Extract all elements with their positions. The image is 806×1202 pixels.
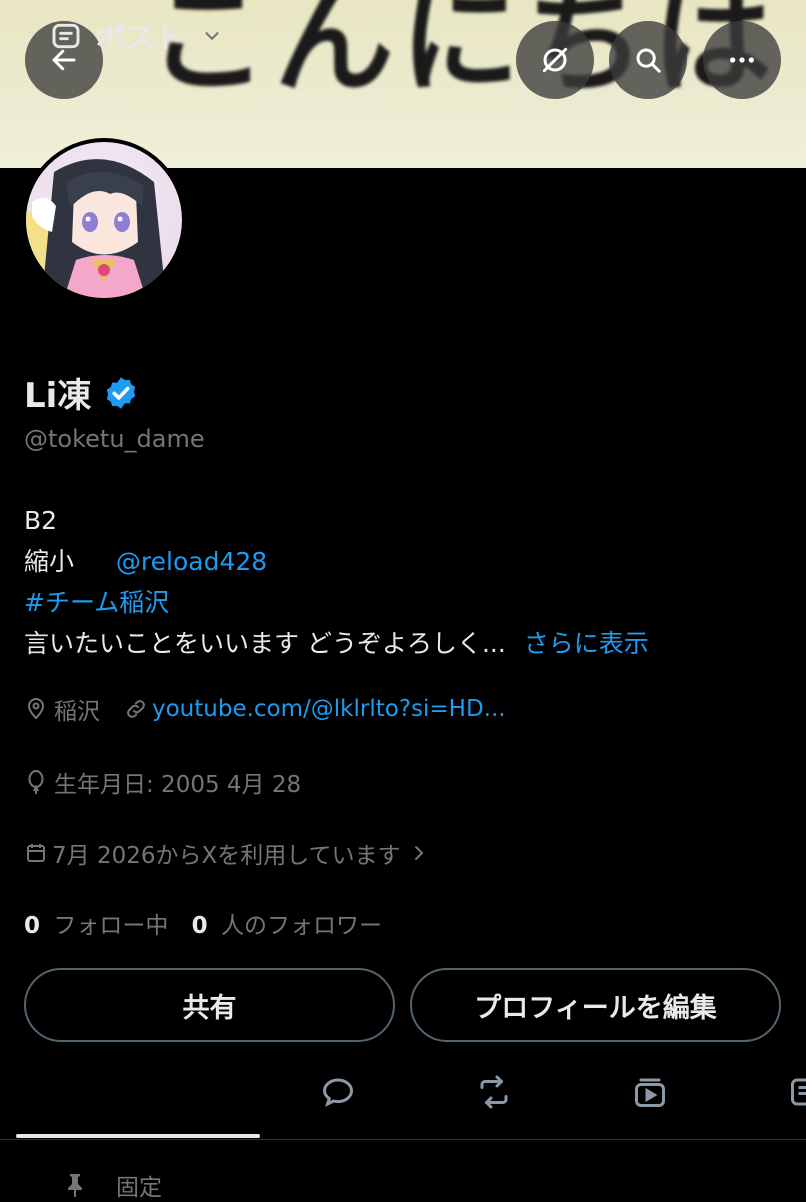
following-label: フォロー中 [53, 913, 168, 939]
calendar-icon [24, 841, 48, 865]
bio-hashtag-link[interactable]: #チーム稲沢 [24, 582, 649, 623]
bio-line: B2 [24, 500, 649, 541]
followers-link[interactable]: 0 人のフォロワー [192, 913, 382, 939]
profile-joined-row[interactable]: 7月 2026からXを利用しています [24, 836, 427, 870]
profile-bio: B2 縮小 @reload428 #チーム稲沢 言いたいことをいいます どうぞよ… [24, 500, 649, 664]
chevron-down-icon[interactable] [201, 25, 223, 47]
grok-icon [539, 44, 571, 76]
profile-handle: @toketu_dame [24, 425, 205, 453]
location-pin-icon [24, 697, 48, 721]
profile-website-link[interactable]: youtube.com/@lklrlto?si=HD... [152, 696, 506, 722]
more-button[interactable] [703, 21, 781, 99]
tab-posts[interactable]: ポスト [50, 14, 223, 58]
search-icon [633, 45, 663, 75]
bio-line: 縮小 @reload428 [24, 541, 649, 582]
avatar[interactable] [22, 138, 186, 302]
share-button[interactable]: 共有 [24, 968, 395, 1042]
pinned-label: 固定 [116, 1168, 162, 1202]
bio-mention-link[interactable]: @reload428 [116, 547, 267, 576]
grok-button[interactable] [516, 21, 594, 99]
articles-tab-icon[interactable] [788, 1074, 806, 1110]
edit-profile-button[interactable]: プロフィールを編集 [410, 968, 781, 1042]
media-tab-icon[interactable] [632, 1074, 668, 1110]
birthday-text: 生年月日: 2005 4月 28 [54, 765, 301, 799]
following-link[interactable]: 0 フォロー中 [24, 913, 176, 939]
profile-location-row: 稲沢 youtube.com/@lklrlto?si=HD... [24, 692, 506, 726]
follow-stats: 0 フォロー中 0 人のフォロワー [24, 906, 382, 940]
more-horizontal-icon [726, 44, 758, 76]
tab-active-indicator [16, 1134, 260, 1138]
replies-tab-icon[interactable] [320, 1074, 356, 1110]
link-icon [124, 697, 148, 721]
profile-name-row: Li凍 [24, 368, 139, 417]
profile-name: Li凍 [24, 368, 91, 417]
followers-count: 0 [192, 913, 208, 939]
search-button[interactable] [609, 21, 687, 99]
followers-label: 人のフォロワー [221, 913, 382, 939]
tabs-divider [0, 1139, 806, 1140]
balloon-icon [24, 769, 48, 795]
profile-tabs [0, 1060, 806, 1140]
avatar-image [26, 142, 182, 298]
location-text: 稲沢 [54, 692, 100, 726]
bio-text: 言いたいことをいいます どうぞよろしく... [24, 629, 506, 658]
joined-text: 7月 2026からXを利用しています [52, 836, 401, 870]
pinned-label-row: 固定 [64, 1168, 162, 1202]
following-count: 0 [24, 913, 40, 939]
profile-birthday-row: 生年月日: 2005 4月 28 [24, 765, 301, 799]
reposts-tab-icon[interactable] [476, 1074, 512, 1110]
bio-line: 言いたいことをいいます どうぞよろしく... さらに表示 [24, 623, 649, 664]
show-more-link[interactable]: さらに表示 [524, 629, 649, 658]
pin-icon [64, 1172, 86, 1198]
posts-icon [50, 20, 82, 52]
bio-text: 縮小 [24, 547, 74, 576]
verified-badge-icon [103, 375, 139, 411]
tab-posts-label: ポスト [96, 15, 183, 57]
chevron-right-icon [411, 843, 427, 863]
